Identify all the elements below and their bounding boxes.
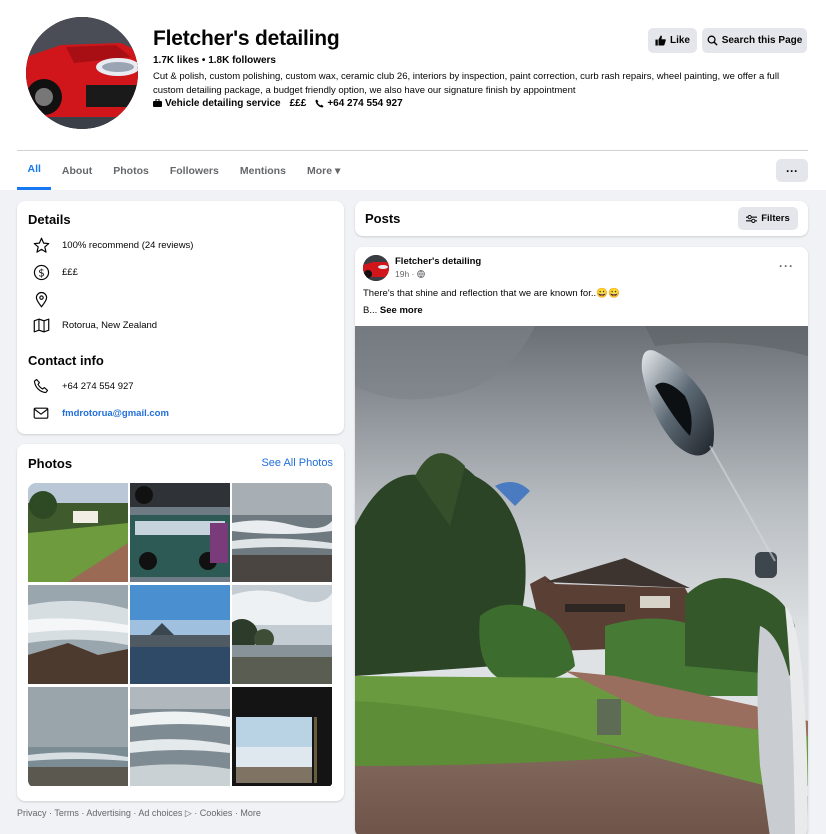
price-range: £££ — [289, 98, 307, 109]
contact-phone-text: +64 274 554 927 — [62, 380, 134, 392]
tab-followers[interactable]: Followers — [159, 151, 229, 190]
post-options-button[interactable]: ··· — [779, 259, 794, 273]
recommend-text[interactable]: 100% recommend (24 reviews) — [62, 240, 193, 251]
tab-about[interactable]: About — [51, 151, 102, 190]
posts-header-card: Posts Filters — [355, 201, 808, 236]
details-heading: Details — [28, 212, 71, 227]
category-label: Vehicle detailing service — [165, 98, 281, 109]
page-tabs: All About Photos Followers Mentions More… — [17, 151, 351, 191]
email-link[interactable]: fmdrotorua@gmail.com — [62, 408, 169, 419]
post-image[interactable] — [355, 326, 808, 834]
like-button[interactable]: Like — [648, 28, 697, 53]
tab-mentions[interactable]: Mentions — [229, 151, 296, 190]
sliders-icon — [746, 214, 758, 223]
phone-icon — [315, 99, 324, 108]
email-row: fmdrotorua@gmail.com — [32, 404, 169, 422]
photo-grid — [28, 483, 333, 788]
photo-thumbnail[interactable] — [28, 585, 128, 684]
search-icon — [707, 35, 718, 46]
price-row: $ £££ — [32, 263, 78, 281]
profile-picture[interactable] — [26, 17, 138, 129]
more-options-button[interactable]: ··· — [776, 159, 808, 182]
footer-links[interactable]: Privacy · Terms · Advertising · Ad choic… — [17, 808, 261, 819]
contact-heading: Contact info — [28, 353, 104, 368]
location-pin-icon — [35, 291, 47, 308]
photo-thumbnail[interactable] — [130, 585, 230, 684]
details-card: Details 100% recommend (24 reviews) $ ££… — [17, 201, 344, 434]
thumbs-up-icon — [655, 35, 666, 46]
dollar-circle-icon: $ — [33, 264, 49, 280]
recommend-row: 100% recommend (24 reviews) — [32, 236, 193, 254]
photo-thumbnail[interactable] — [232, 585, 332, 684]
post-time-text: 19h · — [395, 269, 415, 279]
page-header: Fletcher's detailing 1.7K likes • 1.8K f… — [0, 0, 826, 190]
photos-card: Photos See All Photos — [17, 444, 344, 801]
location-text: Rotorua, New Zealand — [62, 319, 158, 331]
photo-thumbnail[interactable] — [28, 687, 128, 786]
posts-heading: Posts — [365, 211, 401, 226]
photo-thumbnail[interactable] — [130, 483, 230, 582]
star-icon — [33, 237, 49, 253]
pin-row — [32, 290, 62, 308]
tab-more[interactable]: More ▾ — [296, 151, 350, 190]
post-author-name[interactable]: Fletcher's detailing — [395, 256, 481, 267]
likes-followers-count[interactable]: 1.7K likes • 1.8K followers — [153, 55, 276, 66]
tab-photos[interactable]: Photos — [103, 151, 160, 190]
category-item: Vehicle detailing service — [153, 98, 281, 109]
briefcase-icon — [153, 99, 162, 108]
tab-all[interactable]: All — [17, 151, 52, 190]
page-bio: Cut & polish, custom polishing, custom w… — [153, 71, 780, 96]
filters-label: Filters — [761, 213, 790, 224]
page-title: Fletcher's detailing — [153, 27, 340, 50]
photo-thumbnail[interactable] — [130, 687, 230, 786]
photo-thumbnail[interactable] — [232, 687, 332, 786]
search-label: Search this Page — [721, 35, 803, 46]
post-card: Fletcher's detailing 19h · ··· There's t… — [355, 247, 808, 834]
globe-icon — [417, 270, 426, 278]
filters-button[interactable]: Filters — [738, 207, 798, 230]
phone-icon — [33, 378, 49, 394]
post-text: There's that shine and reflection that w… — [363, 288, 620, 299]
see-all-photos-link[interactable]: See All Photos — [261, 457, 333, 469]
contact-phone-row: +64 274 554 927 — [32, 377, 134, 395]
mail-icon — [33, 407, 49, 419]
phone-item: +64 274 554 927 — [315, 98, 403, 109]
price-text: £££ — [62, 266, 78, 278]
page-meta-row: Vehicle detailing service £££ +64 274 55… — [153, 98, 403, 109]
post-author-avatar[interactable] — [363, 255, 389, 281]
post-text-truncated: B... See more — [363, 305, 423, 316]
svg-text:$: $ — [38, 268, 44, 279]
photos-heading: Photos — [28, 456, 73, 471]
photo-thumbnail[interactable] — [232, 483, 332, 582]
post-text-prefix: B... — [363, 305, 380, 316]
post-timestamp[interactable]: 19h · — [395, 269, 426, 279]
search-page-button[interactable]: Search this Page — [702, 28, 807, 53]
photo-thumbnail[interactable] — [28, 483, 128, 582]
map-icon — [33, 318, 49, 332]
location-row: Rotorua, New Zealand — [32, 316, 157, 334]
phone-label: +64 274 554 927 — [327, 98, 403, 109]
see-more-link[interactable]: See more — [380, 305, 423, 316]
like-label: Like — [669, 35, 690, 46]
